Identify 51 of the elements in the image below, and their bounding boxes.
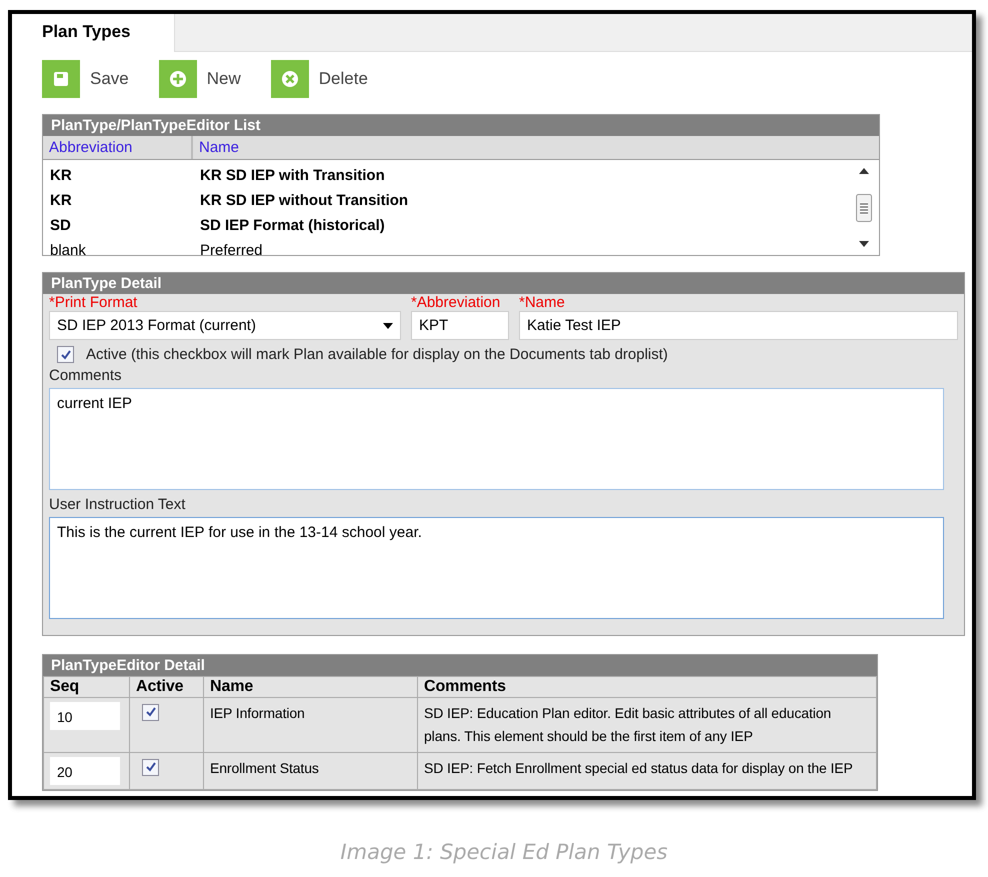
seq-field[interactable]: 20	[50, 757, 120, 785]
checkmark-icon	[144, 761, 156, 773]
new-button[interactable]: New	[158, 60, 241, 98]
comments-field[interactable]: current IEP	[49, 388, 944, 490]
checkbox[interactable]	[142, 704, 159, 720]
field-label: User Instruction Text	[49, 496, 186, 513]
table-cell: SD IEP: Fetch Enrollment special ed status data for display on the IEP	[418, 752, 876, 790]
plus-icon	[168, 70, 187, 88]
seq-field[interactable]: 10	[50, 702, 120, 730]
table-cell-text: KR	[49, 192, 73, 209]
abbreviation-field[interactable]: KPT	[411, 311, 509, 340]
checkmark-icon	[60, 348, 72, 360]
table-cell: SD IEP: Education Plan editor. Edit basic attributes of all education plans. This element should be the first item of any IEP	[418, 698, 876, 752]
field-label: *Name	[519, 294, 566, 311]
table-cell-text: SD IEP Format (historical)	[199, 217, 386, 234]
name-field[interactable]: Katie Test IEP	[519, 311, 958, 340]
table-cell: IEP Information	[204, 698, 418, 752]
field-label: *Print Format	[49, 294, 138, 311]
scroll-thumb[interactable]	[856, 194, 872, 222]
table-cell-text: KR SD IEP without Transition	[199, 192, 410, 209]
table-cell-text: SD	[49, 217, 72, 234]
column-header[interactable]: Name	[193, 136, 879, 159]
checkbox[interactable]	[142, 758, 159, 776]
table-cell-text: Preferred	[199, 242, 264, 255]
scroll-down-icon[interactable]	[859, 241, 869, 247]
table-cell: Enrollment Status	[204, 752, 418, 790]
delete-button[interactable]: Delete	[270, 60, 368, 98]
panel-title: PlanTypeEditor Detail	[43, 655, 877, 676]
close-icon	[280, 70, 299, 88]
column-header: Comments	[418, 676, 876, 698]
panel-title: PlanType Detail	[43, 273, 964, 294]
table-cell-text: KR	[49, 167, 73, 184]
column-header: Seq	[44, 676, 130, 698]
field-label: *Abbreviation	[411, 294, 502, 311]
field-label: Comments	[49, 367, 123, 384]
checkbox[interactable]	[57, 346, 74, 363]
tab[interactable]: Plan Types	[12, 14, 175, 52]
checkbox-label: Active (this checkbox will mark Plan available for display on the Documents tab droplist)	[86, 346, 668, 363]
print-format-dropdown[interactable]: SD IEP 2013 Format (current)	[49, 311, 401, 340]
table-cell-text: KR SD IEP with Transition	[199, 167, 386, 184]
scroll-up-icon[interactable]	[859, 168, 869, 174]
table-cell-text: blank	[49, 242, 87, 255]
instruction-field[interactable]: This is the current IEP for use in the 13-14 school year.	[49, 517, 944, 619]
column-header: Active	[130, 676, 204, 698]
checkmark-icon	[144, 706, 156, 718]
caret-icon	[383, 322, 393, 328]
save-button[interactable]: Save	[42, 60, 129, 98]
save-icon	[53, 71, 69, 87]
panel-title: PlanType/PlanTypeEditor List	[43, 115, 879, 136]
column-header: Name	[204, 676, 418, 698]
caption: Image 1: Special Ed Plan Types	[339, 840, 669, 864]
